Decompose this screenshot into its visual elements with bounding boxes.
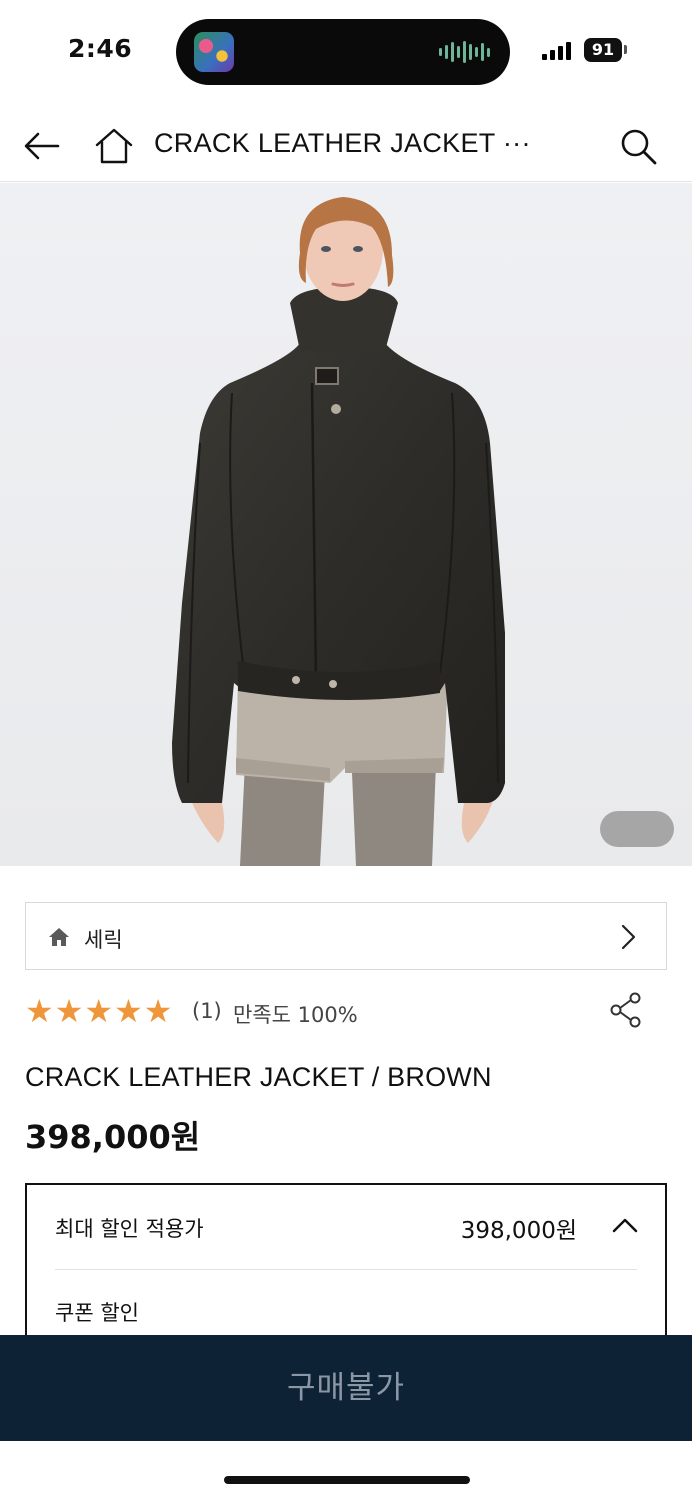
star-icon: ★ xyxy=(25,992,54,1030)
product-price: 398,000원 xyxy=(25,1118,201,1156)
brand-home-icon xyxy=(48,927,70,947)
review-count[interactable]: (1) xyxy=(192,999,222,1023)
discount-panel: 최대 할인 적용가 398,000원 쿠폰 할인 xyxy=(25,1183,667,1353)
max-discount-label: 최대 할인 적용가 xyxy=(55,1217,204,1241)
top-navigation: CRACK LEATHER JACKET ··· xyxy=(0,100,692,182)
model-illustration xyxy=(0,183,692,866)
brand-link-row[interactable]: 세릭 xyxy=(25,902,667,970)
share-icon[interactable] xyxy=(609,992,643,1028)
divider xyxy=(55,1269,637,1270)
star-icon: ★ xyxy=(54,992,84,1030)
star-icon: ★ xyxy=(114,992,143,1030)
purchase-unavailable-button[interactable]: 구매불가 xyxy=(0,1335,692,1441)
brand-name: 세릭 xyxy=(84,928,123,952)
home-indicator[interactable] xyxy=(224,1476,470,1484)
rating-row: ★ ★ ★ ★ ★ (1) 만족도 100% xyxy=(25,992,667,1032)
star-icon: ★ xyxy=(84,992,114,1030)
battery-icon: 91 xyxy=(584,38,622,62)
status-time: 2:46 xyxy=(68,34,133,63)
battery-cap xyxy=(624,45,627,54)
search-icon[interactable] xyxy=(618,126,658,166)
chevron-up-icon[interactable] xyxy=(611,1215,639,1235)
arrow-left-icon[interactable] xyxy=(22,126,62,166)
home-icon[interactable] xyxy=(94,126,134,166)
image-page-indicator[interactable] xyxy=(600,811,674,847)
chevron-right-icon xyxy=(618,923,638,951)
product-image[interactable] xyxy=(0,183,692,866)
purchase-button-label: 구매불가 xyxy=(286,1370,406,1405)
coupon-discount-label: 쿠폰 할인 xyxy=(55,1301,139,1325)
audio-waveform-icon xyxy=(439,41,490,63)
music-app-icon xyxy=(194,32,234,72)
product-name: CRACK LEATHER JACKET / BROWN xyxy=(25,1062,492,1092)
star-icon: ★ xyxy=(143,992,173,1030)
dynamic-island[interactable] xyxy=(176,19,510,85)
star-rating[interactable]: ★ ★ ★ ★ ★ xyxy=(25,994,172,1028)
page-title: CRACK LEATHER JACKET ··· xyxy=(154,128,531,158)
cellular-signal-icon xyxy=(542,42,571,60)
status-bar: 2:46 91 xyxy=(0,0,692,100)
satisfaction-rate: 만족도 100% xyxy=(233,1003,358,1027)
max-discount-price: 398,000원 xyxy=(460,1218,577,1244)
